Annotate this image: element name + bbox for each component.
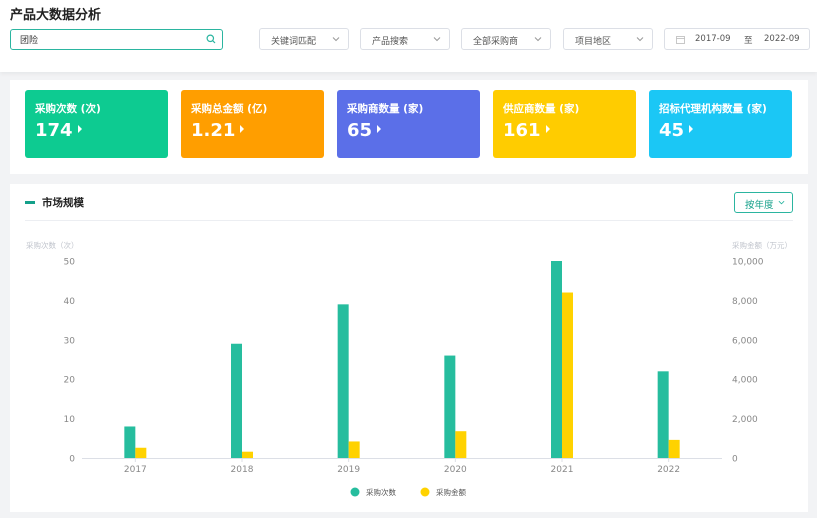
y2-tick-label: 4,000: [732, 376, 758, 386]
stat-value: 65: [347, 120, 373, 141]
x-tick-label: 2018: [231, 465, 254, 475]
bar-purchase-count: [124, 426, 136, 458]
stat-value: 161: [503, 120, 541, 141]
stat-card-purchase-count[interactable]: 采购次数 (次) 174: [25, 90, 168, 158]
caret-right-icon: [689, 125, 694, 133]
stat-label: 采购商数量 (家): [347, 103, 424, 115]
x-tick-label: 2021: [551, 465, 574, 475]
search-icon[interactable]: [206, 34, 216, 44]
date-start[interactable]: 2017-09: [695, 34, 731, 44]
stat-card-agency-count[interactable]: 招标代理机构数量 (家) 45: [649, 90, 792, 158]
chevron-down-icon: [534, 37, 542, 42]
bar-purchase-amount: [455, 431, 467, 458]
x-tick-label: 2017: [124, 465, 147, 475]
y-tick-label: 30: [64, 336, 76, 346]
chevron-down-icon: [636, 37, 644, 42]
date-range-picker[interactable]: 2017-09 至 2022-09: [664, 28, 810, 50]
stat-label: 招标代理机构数量 (家): [659, 103, 767, 115]
bar-purchase-amount: [562, 292, 573, 458]
stat-card-supplier-count[interactable]: 供应商数量 (家) 161: [493, 90, 636, 158]
stat-card-purchaser-count[interactable]: 采购商数量 (家) 65: [337, 90, 480, 158]
bar-purchase-count: [657, 371, 669, 458]
bar-purchase-count: [337, 304, 349, 458]
bar-purchase-amount: [668, 439, 680, 458]
y-axis-title: 采购次数（次）: [26, 240, 79, 250]
stats-panel: 采购次数 (次) 174 采购总金额 (亿) 1.21 采购商数量 (家) 65…: [10, 80, 808, 174]
x-tick-label: 2020: [444, 465, 467, 475]
y2-tick-label: 6,000: [732, 336, 758, 346]
stat-value: 45: [659, 120, 685, 141]
y2-tick-label: 8,000: [732, 297, 758, 307]
y-tick-label: 50: [64, 258, 76, 268]
bar-purchase-count: [231, 343, 242, 458]
y-tick-label: 40: [64, 297, 76, 307]
date-separator: 至: [744, 36, 753, 46]
header-bar: 产品大数据分析 关键词匹配 产品搜索 全部采购商 项目地区 2017-09 至 …: [0, 0, 817, 72]
search-box[interactable]: [10, 29, 223, 50]
legend-marker: [350, 487, 360, 497]
stat-card-purchase-amount[interactable]: 采购总金额 (亿) 1.21: [181, 90, 324, 158]
bar-purchase-amount: [242, 451, 253, 458]
caret-right-icon: [545, 125, 550, 133]
purchaser-select[interactable]: 全部采购商: [461, 28, 551, 50]
product-search-select[interactable]: 产品搜索: [360, 28, 450, 50]
chevron-down-icon: [332, 37, 340, 42]
bar-purchase-count: [444, 355, 456, 458]
stat-value: 174: [35, 120, 73, 141]
stat-value: 1.21: [191, 120, 236, 141]
stat-label: 采购次数 (次): [35, 103, 101, 115]
keyword-match-select[interactable]: 关键词匹配: [259, 28, 349, 50]
product-search-label: 产品搜索: [372, 37, 409, 47]
x-tick-label: 2019: [337, 465, 360, 475]
purchaser-label: 全部采购商: [473, 37, 519, 47]
market-size-chart: 采购次数（次） 采购金额（万元） 0 10 20 30 40 50 0 2,000 4,000 6,0…: [26, 240, 792, 497]
caret-right-icon: [377, 125, 382, 133]
y2-axis-title: 采购金额（万元）: [732, 240, 792, 250]
y-tick-label: 20: [64, 376, 76, 386]
legend-marker: [420, 487, 430, 497]
calendar-icon: [676, 36, 685, 44]
legend-label: 采购金额: [436, 487, 466, 497]
stat-label: 供应商数量 (家): [503, 103, 580, 115]
y2-tick-label: 10,000: [732, 258, 764, 268]
region-label: 项目地区: [575, 37, 612, 47]
y2-tick-label: 0: [732, 455, 738, 465]
stat-label: 采购总金额 (亿): [191, 103, 268, 115]
caret-right-icon: [77, 125, 82, 133]
y-tick-label: 10: [64, 415, 76, 425]
chevron-down-icon: [433, 37, 441, 42]
keyword-match-label: 关键词匹配: [271, 37, 317, 47]
y2-tick-label: 2,000: [732, 415, 758, 425]
y-tick-label: 0: [69, 455, 75, 465]
legend-label: 采购次数: [366, 487, 396, 497]
date-end[interactable]: 2022-09: [764, 34, 800, 44]
bar-purchase-amount: [348, 441, 360, 458]
page-title: 产品大数据分析: [10, 8, 102, 23]
x-tick-label: 2022: [657, 465, 680, 475]
bar-purchase-count: [551, 261, 562, 458]
region-select[interactable]: 项目地区: [563, 28, 653, 50]
bar-purchase-amount: [135, 447, 147, 458]
caret-right-icon: [240, 125, 245, 133]
search-input[interactable]: [11, 30, 201, 49]
